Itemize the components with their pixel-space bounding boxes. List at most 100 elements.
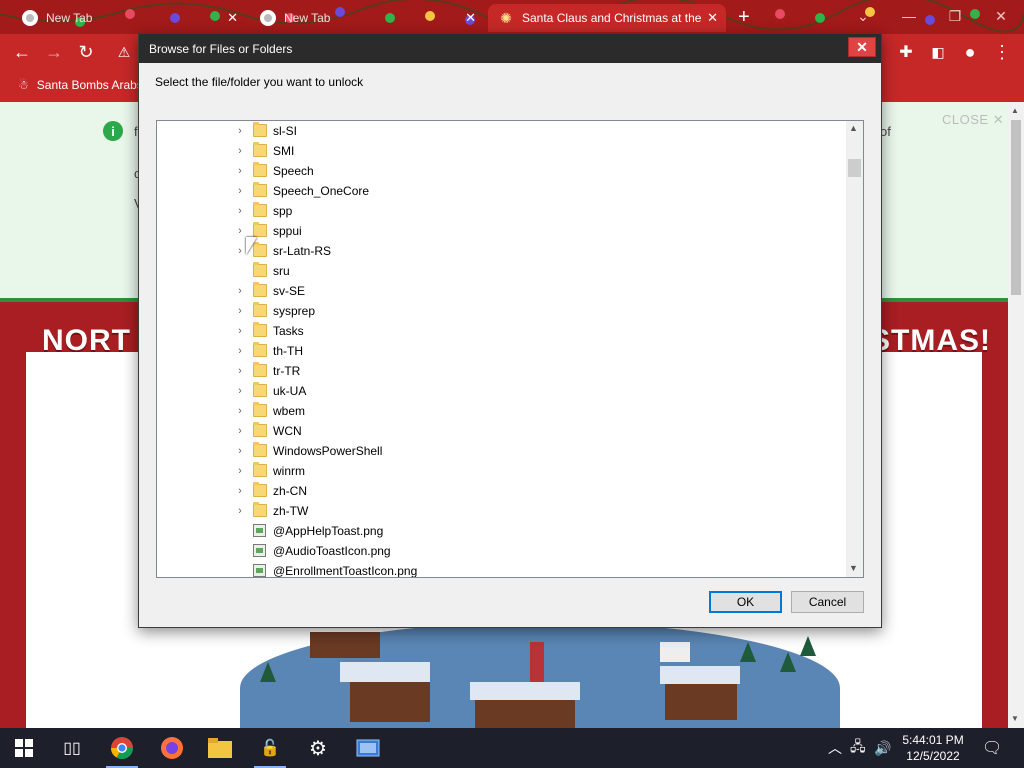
item-label: sru: [273, 264, 290, 278]
folder-tree[interactable]: ▲ ▼ › sl-SI › SMI › Speech › Speech_OneCore › spp…: [156, 120, 864, 578]
profile-avatar-icon[interactable]: ●: [958, 40, 982, 64]
expand-chevron-icon[interactable]: ›: [234, 505, 246, 517]
expand-chevron-icon[interactable]: ›: [234, 425, 246, 437]
item-label: zh-TW: [273, 504, 309, 518]
folder-list-item[interactable]: › sysprep: [157, 301, 845, 321]
folder-list-item[interactable]: › WindowsPowerShell: [157, 441, 845, 461]
unlocker-app-icon[interactable]: 🔓: [246, 728, 294, 768]
tab-search-icon[interactable]: ⌄: [840, 0, 886, 32]
cancel-button[interactable]: Cancel: [791, 591, 864, 613]
expand-chevron-icon[interactable]: ›: [234, 245, 246, 257]
folder-list-item[interactable]: › wbem: [157, 401, 845, 421]
item-label: sv-SE: [273, 284, 306, 298]
folder-list-item[interactable]: › sppui: [157, 221, 845, 241]
expand-chevron-icon[interactable]: ›: [234, 325, 246, 337]
ok-button[interactable]: OK: [709, 591, 782, 613]
folder-list-item[interactable]: › zh-CN: [157, 481, 845, 501]
volume-icon[interactable]: 🔊: [874, 728, 891, 768]
tree-scrollbar[interactable]: ▲ ▼: [846, 121, 863, 577]
settings-gear-icon[interactable]: ⚙: [294, 728, 342, 768]
file-list-item[interactable]: @EnrollmentToastIcon.png: [157, 561, 845, 577]
expand-chevron-icon[interactable]: ›: [234, 205, 246, 217]
folder-list-item[interactable]: › Speech: [157, 161, 845, 181]
folder-list-item[interactable]: › th-TH: [157, 341, 845, 361]
tab-close-icon[interactable]: ✕: [227, 10, 238, 26]
folder-list-item[interactable]: sru: [157, 261, 845, 281]
scroll-up-icon[interactable]: ▲: [1011, 106, 1019, 115]
file-list-item[interactable]: @AppHelpToast.png: [157, 521, 845, 541]
remote-app-icon[interactable]: [344, 728, 392, 768]
menu-kebab-icon[interactable]: ⋮: [990, 40, 1014, 64]
taskbar-clock[interactable]: 5:44:01 PM 12/5/2022: [896, 732, 970, 764]
new-tab-button[interactable]: +: [738, 6, 750, 29]
start-windows-icon[interactable]: [0, 728, 48, 768]
bookmark-santa-bombs[interactable]: ☃ Santa Bombs Arabs: [18, 78, 143, 92]
file-list-item[interactable]: @AudioToastIcon.png: [157, 541, 845, 561]
folder-list-item[interactable]: › sl-SI: [157, 121, 845, 141]
item-label: wbem: [273, 404, 306, 418]
firefox-taskbar-icon[interactable]: [148, 728, 196, 768]
forward-arrow-icon[interactable]: →: [42, 40, 66, 64]
image-file-icon: [253, 524, 266, 537]
expand-chevron-icon[interactable]: ›: [234, 405, 246, 417]
folder-icon: [253, 282, 267, 297]
back-arrow-icon[interactable]: ←: [10, 40, 34, 64]
folder-list-item[interactable]: › SMI: [157, 141, 845, 161]
expand-chevron-icon[interactable]: ›: [234, 165, 246, 177]
expand-chevron-icon[interactable]: ›: [234, 385, 246, 397]
close-window-button[interactable]: ✕: [978, 0, 1024, 32]
network-icon[interactable]: 🖧: [850, 728, 866, 768]
folder-list-item[interactable]: › Speech_OneCore: [157, 181, 845, 201]
task-view-icon[interactable]: ▯▯: [48, 728, 96, 768]
minimize-button[interactable]: —: [886, 0, 932, 32]
expand-chevron-icon[interactable]: ›: [234, 485, 246, 497]
folder-list-item[interactable]: › zh-TW: [157, 501, 845, 521]
scrollbar-thumb[interactable]: [848, 159, 861, 177]
restore-button[interactable]: ❐: [932, 0, 978, 32]
folder-list-item[interactable]: › sv-SE: [157, 281, 845, 301]
folder-list-item[interactable]: › spp: [157, 201, 845, 221]
side-panel-icon[interactable]: ◧: [926, 40, 950, 64]
dialog-close-button[interactable]: ✕: [848, 37, 876, 57]
scrollbar-thumb[interactable]: [1011, 120, 1021, 295]
tab-close-icon[interactable]: ✕: [465, 10, 476, 26]
warning-icon[interactable]: ⚠: [112, 40, 136, 64]
item-label: WCN: [273, 424, 302, 438]
folder-list-item[interactable]: › WCN: [157, 421, 845, 441]
expand-chevron-icon[interactable]: ›: [234, 225, 246, 237]
tab-santa-claus[interactable]: ✺ Santa Claus and Christmas at the ✕: [488, 4, 726, 32]
scroll-down-icon[interactable]: ▼: [1011, 714, 1019, 723]
chrome-favicon-icon: [22, 10, 38, 26]
file-explorer-icon[interactable]: [196, 728, 244, 768]
chrome-taskbar-icon[interactable]: [98, 728, 146, 768]
expand-chevron-icon[interactable]: ›: [234, 185, 246, 197]
show-hidden-icons-chevron-icon[interactable]: ︿: [828, 728, 842, 768]
expand-chevron-icon[interactable]: ›: [234, 465, 246, 477]
tab-new-tab-2[interactable]: New Tab ✕: [250, 4, 484, 32]
scroll-up-icon[interactable]: ▲: [849, 123, 858, 133]
expand-chevron-icon[interactable]: ›: [234, 345, 246, 357]
folder-icon: [253, 142, 267, 157]
extensions-puzzle-icon[interactable]: ✚: [894, 40, 918, 64]
expand-chevron-icon[interactable]: ›: [234, 305, 246, 317]
notice-close-button[interactable]: CLOSE ✕: [942, 112, 1004, 128]
reload-icon[interactable]: ↻: [74, 40, 98, 64]
expand-chevron-icon[interactable]: ›: [234, 285, 246, 297]
folder-list-item[interactable]: › sr-Latn-RS: [157, 241, 845, 261]
scroll-down-icon[interactable]: ▼: [849, 563, 858, 573]
tab-new-tab-1[interactable]: New Tab ✕: [12, 4, 246, 32]
page-scrollbar[interactable]: ▲ ▼: [1008, 102, 1024, 728]
folder-list-item[interactable]: › winrm: [157, 461, 845, 481]
item-label: sppui: [273, 224, 302, 238]
expand-chevron-icon[interactable]: ›: [234, 145, 246, 157]
notifications-icon[interactable]: 🗨: [982, 728, 1002, 768]
village-roof: [470, 682, 580, 700]
folder-list-item[interactable]: › Tasks: [157, 321, 845, 341]
expand-chevron-icon[interactable]: ›: [234, 445, 246, 457]
folder-list-item[interactable]: › uk-UA: [157, 381, 845, 401]
tab-close-icon[interactable]: ✕: [707, 10, 718, 26]
folder-list-item[interactable]: › tr-TR: [157, 361, 845, 381]
expand-chevron-icon[interactable]: ›: [234, 365, 246, 377]
expand-chevron-icon[interactable]: ›: [234, 125, 246, 137]
item-label: uk-UA: [273, 384, 307, 398]
